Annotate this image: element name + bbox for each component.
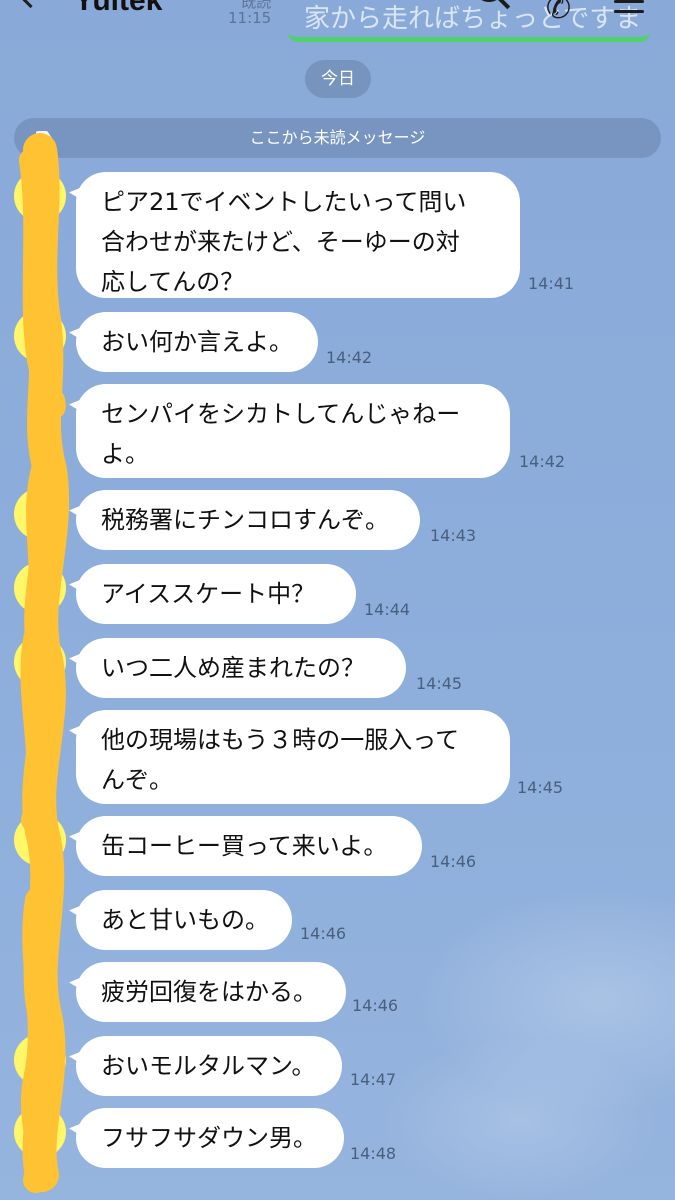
avatar[interactable] [14,814,66,866]
message-time: 14:42 [519,452,566,471]
back-arrow-icon[interactable] [12,0,49,9]
message-bubble[interactable]: ピア21でイベントしたいって問い 合わせが来たけど、そーゆーの対 応してんの？ [76,172,520,298]
date-separator: 今日 [305,60,371,98]
message-time: 14:45 [416,674,463,693]
message-bubble[interactable]: 疲労回復をはかる。 [76,962,346,1022]
message-line: おい何か言えよ。 [101,328,293,356]
message-bubble[interactable]: おいモルタルマン。 [76,1036,342,1096]
chat-header: Yuitek 既読 11:15 家から走ればちょっとですま ✆ [0,0,675,44]
message-time: 14:46 [300,924,347,943]
avatar[interactable] [14,488,66,540]
read-time: 11:15 [228,9,272,27]
message-line: センパイをシカトしてんじゃねー [101,400,461,428]
message-time: 14:43 [430,526,477,545]
message-bubble[interactable]: フサフサダウン男。 [76,1108,344,1168]
avatar[interactable] [14,170,66,222]
chat-title: Yuitek [74,0,163,17]
message-line: んぞ。 [101,766,173,794]
avatar[interactable] [14,636,66,688]
read-status: 既読 11:15 [228,0,271,26]
unread-divider-label: ここから未読メッセージ [249,128,426,147]
message-bubble[interactable]: おい何か言えよ。 [76,312,318,372]
message-line: 疲労回復をはかる。 [101,978,317,1006]
avatar[interactable] [14,562,66,614]
message-line: アイススケート中？ [101,580,316,608]
message-line: 応してんの？ [101,268,245,296]
message-bubble[interactable]: いつ二人め産まれたの？ [76,638,406,698]
message-line: あと甘いもの。 [101,906,269,934]
message-line: おいモルタルマン。 [101,1052,316,1080]
message-line: 税務署にチンコロすんぞ。 [101,506,389,534]
message-line: 他の現場はもう３時の一服入って [101,726,460,754]
message-time: 14:41 [528,274,575,293]
unread-divider: ここから未読メッセージ [14,118,661,158]
message-bubble[interactable]: センパイをシカトしてんじゃねー よ。 [76,384,510,478]
message-bubble[interactable]: アイススケート中？ [76,564,356,624]
message-line: ピア21でイベントしたいって問い [101,188,467,216]
message-time: 14:45 [517,778,564,797]
message-time: 14:46 [352,996,399,1015]
message-line: いつ二人め産まれたの？ [101,654,365,682]
message-bubble[interactable]: 缶コーヒー買って来いよ。 [76,816,422,876]
message-time: 14:47 [350,1070,397,1089]
message-time: 14:44 [364,600,411,619]
message-line: フサフサダウン男。 [101,1124,317,1152]
avatar[interactable] [14,1106,66,1158]
phone-icon[interactable]: ✆ [546,0,571,24]
pinned-message-preview[interactable]: 家から走ればちょっとですま [288,0,650,42]
message-time: 14:48 [350,1144,397,1163]
menu-icon[interactable] [614,0,644,13]
message-bubble[interactable]: あと甘いもの。 [76,890,292,950]
message-bubble[interactable]: 税務署にチンコロすんぞ。 [76,490,420,550]
message-line: よ。 [101,440,149,468]
message-time: 14:46 [430,852,477,871]
message-line: 缶コーヒー買って来いよ。 [101,832,388,860]
pinned-message-text: 家から走ればちょっとですま [304,4,642,34]
message-bubble[interactable]: 他の現場はもう３時の一服入って んぞ。 [76,710,510,804]
message-line: 合わせが来たけど、そーゆーの対 [101,228,460,256]
message-time: 14:42 [326,348,373,367]
avatar[interactable] [14,1034,66,1086]
tag-icon [36,131,52,145]
avatar[interactable] [14,310,66,362]
